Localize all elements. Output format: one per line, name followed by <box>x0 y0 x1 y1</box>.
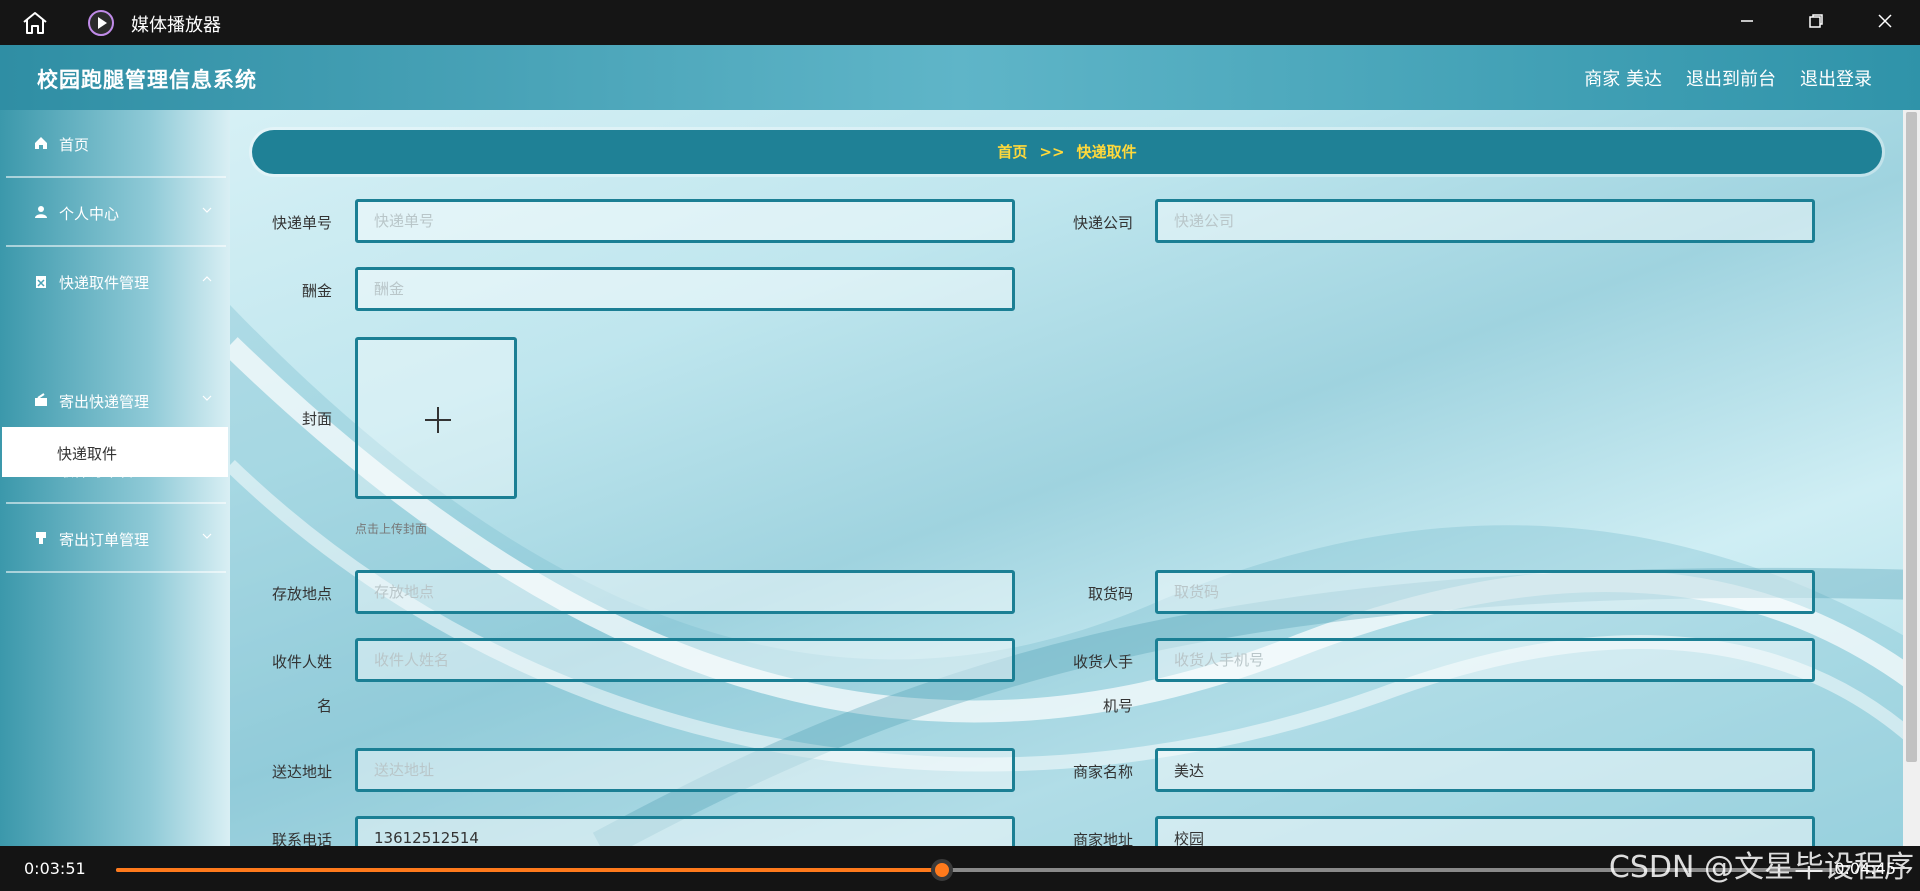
watermark: CSDN @文星毕设程序 <box>1608 850 1914 885</box>
merchant-name-label: 商家名称 <box>1072 763 1133 781</box>
current-user: 商家 美达 <box>1584 69 1662 90</box>
system-title: 校园跑腿管理信息系统 <box>37 68 257 92</box>
address-input[interactable] <box>374 751 996 789</box>
company-field[interactable] <box>1155 199 1815 243</box>
phone-label: 联系电话 <box>271 831 332 846</box>
divider <box>6 571 226 573</box>
recipient-phone-input[interactable] <box>1174 641 1796 679</box>
phone-field[interactable] <box>355 816 1015 846</box>
seek-bar[interactable] <box>116 859 1836 881</box>
breadcrumb: 首页 >> 快递取件 <box>252 130 1882 174</box>
close-button[interactable] <box>1850 0 1920 45</box>
pickup-code-field[interactable] <box>1155 570 1815 614</box>
cover-upload-button[interactable] <box>355 337 517 499</box>
chevron-down-icon <box>202 464 212 470</box>
current-time: 0:03:51 <box>24 859 86 878</box>
sidebar: 首页 个人中心 快递取件管理 快递取件 寄出快递管理 取件订单管理 寄出订单管理 <box>0 110 230 846</box>
sidebar-item-pickup-orders[interactable]: 取件订单管理 <box>6 436 226 504</box>
divider <box>6 502 226 504</box>
package-icon <box>35 393 47 406</box>
sidebar-item-send-orders[interactable]: 寄出订单管理 <box>6 505 226 573</box>
merchant-name-input[interactable] <box>1174 751 1796 789</box>
seek-bar-progress <box>116 868 942 872</box>
tracking-no-input[interactable] <box>374 202 996 240</box>
clipboard-icon <box>36 276 46 288</box>
main-content: 首页 >> 快递取件 快递单号 快递公司 酬金 封面 点击上传封面 存放地点 取货码 <box>230 110 1903 846</box>
pickup-code-input[interactable] <box>1174 573 1796 611</box>
storage-input[interactable] <box>374 573 996 611</box>
breadcrumb-current: 快递取件 <box>1076 143 1137 161</box>
recipient-phone-label: 收货人手 <box>1072 653 1133 671</box>
chevron-down-icon <box>202 533 212 539</box>
breadcrumb-home[interactable]: 首页 <box>997 143 1027 161</box>
sidebar-item-express-pickup[interactable]: 快递取件管理 <box>6 248 226 316</box>
address-label: 送达地址 <box>271 763 332 781</box>
breadcrumb-separator: >> <box>1039 143 1065 161</box>
chevron-down-icon <box>202 207 212 213</box>
divider <box>6 245 226 247</box>
sidebar-item-label: 寄出快递管理 <box>59 393 150 411</box>
recipient-name-field[interactable] <box>355 638 1015 682</box>
address-field[interactable] <box>355 748 1015 792</box>
app-area: 校园跑腿管理信息系统 商家 美达 退出到前台 退出登录 首页 个人中心 快递取件… <box>0 45 1920 846</box>
cover-label: 封面 <box>301 410 332 428</box>
storage-field[interactable] <box>355 570 1015 614</box>
to-front-link[interactable]: 退出到前台 <box>1686 65 1776 91</box>
app-header: 校园跑腿管理信息系统 商家 美达 退出到前台 退出登录 <box>0 45 1920 110</box>
close-icon <box>1878 14 1892 28</box>
scrollbar-thumb[interactable] <box>1906 112 1917 762</box>
divider <box>6 176 226 178</box>
phone-input[interactable] <box>374 819 996 846</box>
reward-label: 酬金 <box>301 282 332 300</box>
reward-field[interactable] <box>355 267 1015 311</box>
sidebar-item-label: 个人中心 <box>59 205 120 223</box>
recipient-name-label: 收件人姓 <box>271 653 332 671</box>
vertical-scrollbar[interactable] <box>1903 110 1920 846</box>
sidebar-item-personal-center[interactable]: 个人中心 <box>6 179 226 247</box>
home-icon <box>35 137 47 149</box>
recipient-phone-field[interactable] <box>1155 638 1815 682</box>
cover-upload-hint: 点击上传封面 <box>355 522 428 536</box>
recipient-name-input[interactable] <box>374 641 996 679</box>
chevron-up-icon <box>202 276 212 282</box>
media-player-logo-icon <box>88 10 114 36</box>
divider <box>6 433 226 435</box>
restore-icon <box>1809 14 1823 28</box>
plus-icon <box>425 407 451 433</box>
player-title-bar: 媒体播放器 <box>0 0 1920 45</box>
sidebar-item-label: 首页 <box>59 136 90 154</box>
recipient-name-label-cont: 名 <box>316 697 332 715</box>
storage-label: 存放地点 <box>271 585 332 603</box>
company-label: 快递公司 <box>1072 214 1133 232</box>
pickup-code-label: 取货码 <box>1087 585 1133 603</box>
sidebar-item-home[interactable]: 首页 <box>6 110 226 178</box>
tracking-no-label: 快递单号 <box>271 214 332 232</box>
sidebar-item-label: 取件订单管理 <box>59 462 150 480</box>
reward-input[interactable] <box>374 270 996 308</box>
chevron-down-icon <box>202 395 212 401</box>
seek-handle[interactable] <box>930 859 953 881</box>
pin-icon <box>36 532 46 544</box>
player-title: 媒体播放器 <box>131 15 221 36</box>
merchant-name-field[interactable] <box>1155 748 1815 792</box>
minimize-icon <box>1741 20 1753 22</box>
restore-button[interactable] <box>1781 0 1851 45</box>
grid-icon <box>35 463 47 475</box>
tracking-no-field[interactable] <box>355 199 1015 243</box>
recipient-phone-label-cont: 机号 <box>1102 697 1133 715</box>
sidebar-item-label: 快递取件管理 <box>59 274 150 292</box>
home-icon[interactable] <box>22 11 48 35</box>
sidebar-item-label: 寄出订单管理 <box>59 531 150 549</box>
merchant-addr-label: 商家地址 <box>1072 831 1133 846</box>
sidebar-item-send-express[interactable]: 寄出快递管理 <box>6 367 226 435</box>
company-input[interactable] <box>1174 202 1796 240</box>
minimize-button[interactable] <box>1712 0 1782 45</box>
user-icon <box>35 206 47 218</box>
logout-link[interactable]: 退出登录 <box>1800 65 1872 91</box>
